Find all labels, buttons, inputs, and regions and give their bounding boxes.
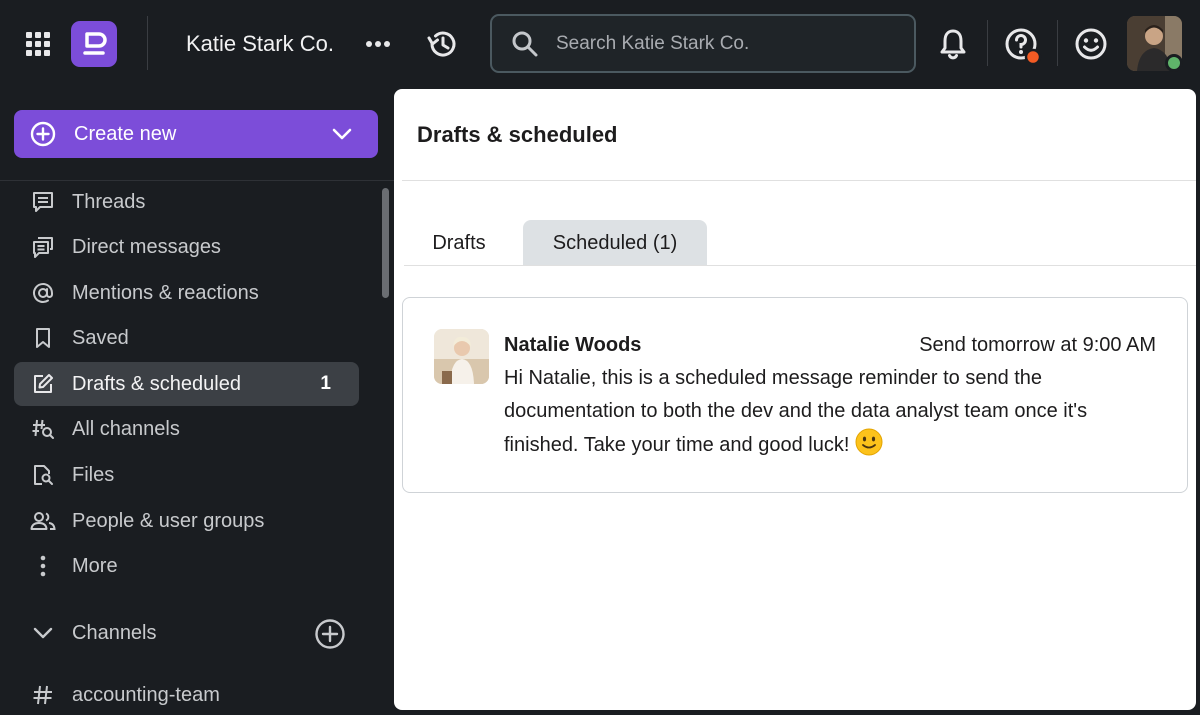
top-bar: Katie Stark Co. [0, 0, 1200, 88]
threads-icon [30, 189, 56, 215]
slightly-smiling-face-icon [855, 428, 883, 456]
tab-scheduled[interactable]: Scheduled (1) [523, 220, 707, 266]
sidebar-item-saved[interactable]: Saved [14, 316, 359, 360]
create-new-label: Create new [74, 122, 177, 145]
help-icon[interactable] [1003, 26, 1043, 66]
page-title: Drafts & scheduled [417, 122, 618, 147]
channels-section-header[interactable]: Channels [14, 611, 359, 655]
channel-search-icon [30, 416, 56, 442]
sidebar-item-files[interactable]: Files [14, 453, 359, 497]
add-channel-icon[interactable] [314, 618, 346, 650]
apps-grid-icon[interactable] [22, 28, 54, 60]
topbar-divider [1057, 20, 1058, 66]
sidebar-scrollbar[interactable] [382, 188, 389, 298]
header-divider [402, 180, 1196, 181]
scheduled-message-card[interactable]: Natalie Woods Send tomorrow at 9:00 AM H… [402, 297, 1188, 493]
channel-item-accounting-team[interactable]: accounting-team [14, 673, 359, 715]
scheduled-time: Send tomorrow at 9:00 AM [919, 334, 1156, 356]
plus-circle-icon [30, 121, 56, 147]
sidebar-item-drafts-scheduled[interactable]: Drafts & scheduled 1 [14, 362, 359, 406]
at-sign-icon [30, 280, 56, 306]
topbar-divider [987, 20, 988, 66]
sidebar-item-mentions-reactions[interactable]: Mentions & reactions [14, 271, 359, 315]
tabs-divider [404, 265, 1196, 266]
chevron-down-icon[interactable] [330, 122, 354, 146]
sidebar-item-label: People & user groups [72, 509, 265, 532]
sidebar-item-label: Saved [72, 326, 129, 349]
file-search-icon [30, 462, 56, 488]
sidebar-item-more[interactable]: More [14, 544, 359, 588]
drafts-scheduled-panel: Drafts & scheduled Drafts Scheduled (1) … [394, 89, 1196, 710]
bookmark-icon [30, 325, 56, 351]
presence-indicator [1165, 54, 1183, 72]
bell-icon[interactable] [935, 26, 971, 62]
sidebar-item-all-channels[interactable]: All channels [14, 407, 359, 451]
sidebar-item-label: Threads [72, 190, 146, 213]
search-icon [510, 29, 540, 59]
create-new-button[interactable]: Create new [14, 110, 378, 158]
search-input[interactable] [556, 32, 886, 55]
hash-icon [30, 682, 56, 708]
sidebar-item-threads[interactable]: Threads [14, 180, 359, 224]
sidebar-item-label: Direct messages [72, 235, 221, 258]
vertical-dots-icon [30, 553, 56, 579]
tab-drafts[interactable]: Drafts [414, 220, 504, 266]
sidebar-item-label: Files [72, 463, 115, 486]
more-horizontal-icon[interactable] [362, 28, 394, 60]
sidebar: Create new Threads Direct messages Menti… [0, 88, 394, 715]
channels-header-label: Channels [72, 621, 157, 644]
sender-avatar[interactable] [434, 329, 489, 384]
app-logo-icon[interactable] [71, 21, 117, 67]
sidebar-item-label: Mentions & reactions [72, 281, 259, 304]
channel-name: accounting-team [72, 683, 220, 706]
direct-messages-icon [30, 234, 56, 260]
pencil-icon [30, 371, 56, 397]
sidebar-item-label: All channels [72, 417, 180, 440]
topbar-divider [147, 16, 148, 70]
status-emoji-icon[interactable] [1073, 26, 1109, 62]
sidebar-item-label: Drafts & scheduled [72, 372, 241, 395]
chevron-down-icon [30, 620, 56, 646]
people-icon [30, 508, 56, 534]
sidebar-item-direct-messages[interactable]: Direct messages [14, 225, 359, 269]
search-box[interactable] [490, 14, 916, 73]
sidebar-item-people-user-groups[interactable]: People & user groups [14, 499, 359, 543]
sidebar-item-label: More [72, 554, 118, 577]
message-text: Hi Natalie, this is a scheduled message … [504, 367, 1088, 456]
workspace-name[interactable]: Katie Stark Co. [186, 26, 334, 62]
count-badge: 1 [320, 373, 331, 394]
history-icon[interactable] [424, 26, 460, 62]
message-body: Hi Natalie, this is a scheduled message … [504, 362, 1164, 462]
sender-name[interactable]: Natalie Woods [504, 334, 641, 357]
